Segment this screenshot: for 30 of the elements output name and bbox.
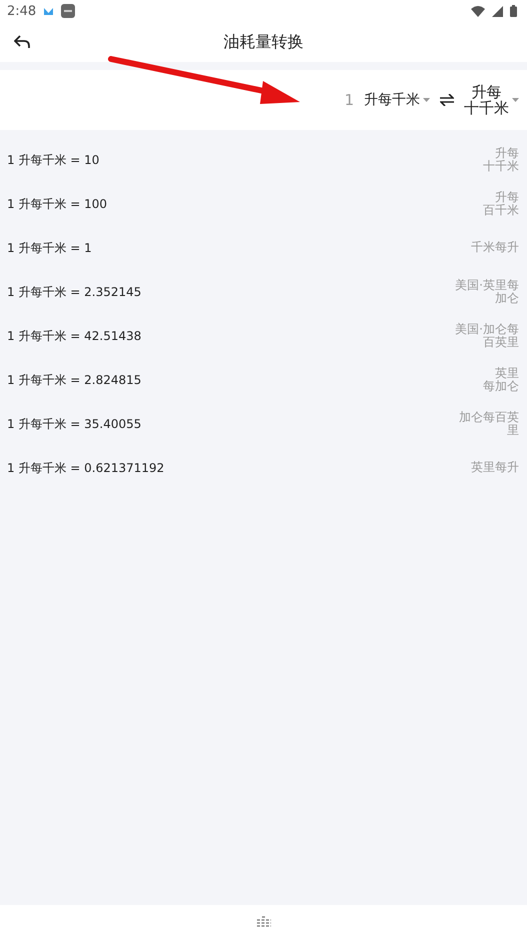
dropdown-caret-icon [423, 98, 430, 102]
dropdown-caret-icon [512, 98, 519, 102]
conversion-result: 1 升每千米 = 100 [7, 196, 108, 212]
app-notification-icon [43, 6, 54, 16]
keyboard-icon[interactable] [256, 915, 272, 927]
app-notification-icon [61, 4, 76, 18]
to-unit-dropdown[interactable]: 升每 十千米 [464, 84, 519, 116]
conversion-result: 1 升每千米 = 42.51438 [7, 328, 142, 344]
unit-label: 美国·英里每 加仑 [455, 278, 519, 306]
unit-label: 美国·加仑每 百英里 [455, 322, 519, 350]
unit-label: 英里 每加仑 [483, 366, 519, 394]
status-time: 2:48 [7, 4, 36, 18]
conversion-result: 1 升每千米 = 1 [7, 240, 92, 256]
conversion-result: 1 升每千米 = 10 [7, 152, 100, 168]
conversion-result: 1 升每千米 = 2.352145 [7, 284, 142, 300]
unit-label: 英里每升 [471, 461, 519, 475]
unit-label: 升每 百千米 [483, 190, 519, 218]
unit-label: 加仑每百英 里 [459, 410, 519, 438]
conversion-result: 1 升每千米 = 35.40055 [7, 416, 142, 432]
signal-icon [492, 6, 503, 16]
from-unit-dropdown[interactable]: 升每千米 [364, 91, 430, 109]
conversion-result: 1 升每千米 = 2.824815 [7, 372, 142, 388]
swap-icon[interactable] [440, 94, 454, 106]
back-icon[interactable] [14, 35, 30, 49]
unit-label: 千米每升 [471, 241, 519, 255]
unit-label: 升每 十千米 [483, 146, 519, 174]
conversion-result: 1 升每千米 = 0.621371192 [7, 460, 164, 476]
page-title: 油耗量转换 [224, 32, 304, 52]
wifi-icon [471, 6, 485, 16]
battery-icon [510, 5, 517, 17]
